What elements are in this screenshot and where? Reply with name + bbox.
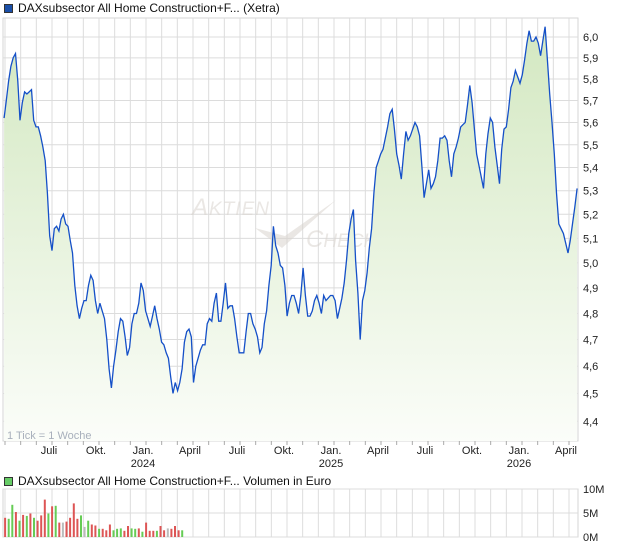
volume-bar [98,528,101,537]
y-tick-label: 4,5 [583,388,598,400]
volume-bar [174,526,176,537]
volume-bar [108,524,111,537]
x-tick-year: 2025 [319,458,343,470]
volume-bar [25,515,28,537]
volume-bar [87,520,90,537]
volume-bar [141,531,144,537]
tick-interval-note: 1 Tick = 1 Woche [7,430,91,442]
volume-bar [90,524,93,537]
volume-bar [54,505,57,537]
volume-bar [123,530,126,537]
volume-bar [65,521,68,537]
volume-bar [152,530,155,537]
volume-bar [116,528,119,537]
svg-text:AKTIEN: AKTIEN [190,194,270,221]
x-tick-year: 2024 [131,458,155,470]
volume-bar [119,528,122,537]
y-tick-label: 5,2 [583,209,598,221]
x-tick-label: Juli [41,445,58,457]
volume-bar [145,522,148,537]
volume-bar [181,530,184,537]
volume-bar [11,504,14,537]
volume-bar [166,528,169,537]
y-tick-label: 6,0 [583,32,598,44]
volume-bar [134,528,137,537]
y-tick-label: 5,3 [583,186,598,198]
volume-bar [4,517,7,537]
volume-bar [18,520,21,537]
x-tick-label: Okt. [274,445,294,457]
volume-bar [130,528,133,537]
volume-bar [69,517,72,537]
volume-bar [61,522,64,537]
x-tick-label: Jan. [509,445,530,457]
x-tick-label: Okt. [86,445,106,457]
x-tick-label: April [367,445,389,457]
volume-bar [159,526,162,537]
y-tick-label: 4,7 [583,335,598,347]
x-tick-year: 2026 [507,458,531,470]
x-tick-label: April [179,445,201,457]
volume-bar [127,526,129,537]
volume-bar [105,530,108,537]
volume-bar [58,522,61,537]
volume-y-tick-label: 0M [583,532,598,544]
y-tick-label: 4,8 [583,308,598,320]
x-tick-label: April [555,445,577,457]
volume-y-tick-label: 10M [583,484,604,496]
volume-y-tick-label: 5M [583,508,598,520]
volume-bar [137,528,140,537]
x-tick-label: Jan. [321,445,342,457]
volume-bar [51,506,54,537]
y-tick-label: 4,9 [583,283,598,295]
x-tick-label: Juli [417,445,434,457]
volume-bar [155,530,158,537]
y-tick-label: 5,9 [583,53,598,65]
volume-bar [163,530,166,537]
volume-bar [177,530,180,537]
volume-bar [47,513,50,537]
volume-grid [2,488,579,538]
volume-bar [170,528,173,537]
volume-bar [72,503,75,537]
x-tick-label: Juli [229,445,246,457]
y-tick-label: 4,6 [583,361,598,373]
y-tick-label: 5,4 [583,163,598,175]
volume-bar [112,530,115,537]
volume-bar [40,515,43,537]
volume-bar [80,515,82,537]
price-volume-chart: AKTIEN CHECK 6,0 5,9 5,8 5,7 5,6 5,5 5,4 5,3 5,2… [2,17,604,544]
volume-bar [101,528,104,537]
volume-bar [148,530,151,537]
volume-bar [36,520,39,537]
volume-bar [14,512,17,537]
x-tick-label: Jan. [133,445,154,457]
y-tick-label: 5,5 [583,140,598,152]
volume-bar [7,518,10,537]
volume-bar [33,517,35,537]
y-tick-label: 5,8 [583,74,598,86]
svg-text:CHECK: CHECK [306,226,377,253]
y-tick-label: 5,7 [583,96,598,108]
x-tick-label: Okt. [462,445,482,457]
y-tick-label: 4,4 [583,416,598,428]
volume-bar [43,499,46,537]
volume-bar [29,513,32,537]
volume-bar [76,518,79,537]
y-tick-label: 5,1 [583,233,598,245]
y-tick-label: 5,0 [583,258,598,270]
y-tick-label: 5,6 [583,117,598,129]
volume-bar [83,526,86,537]
volume-bar [22,514,25,537]
volume-bar [94,525,97,537]
